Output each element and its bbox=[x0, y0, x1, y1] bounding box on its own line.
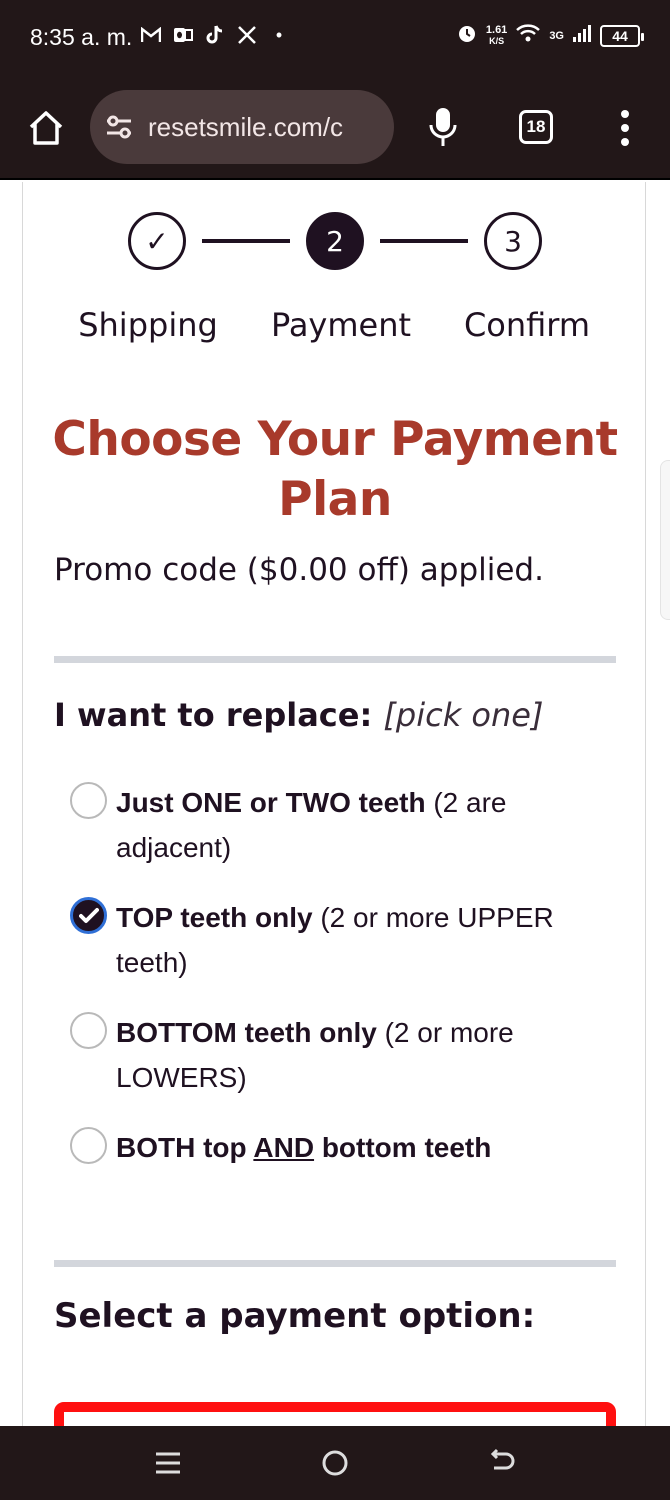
gmail-icon bbox=[140, 24, 162, 46]
more-notifications-dot: • bbox=[275, 24, 283, 45]
checkout-stepper: ✓ 2 3 Shipping Payment Confirm bbox=[0, 182, 670, 352]
option-bottom-teeth[interactable]: BOTTOM teeth only (2 or more LOWERS) bbox=[70, 1010, 610, 1100]
option-label[interactable]: BOTH top AND bottom teeth bbox=[116, 1125, 610, 1170]
tiktok-icon bbox=[204, 24, 226, 46]
option-one-or-two-teeth[interactable]: Just ONE or TWO teeth (2 are adjacent) bbox=[70, 780, 610, 870]
option-both-teeth[interactable]: BOTH top AND bottom teeth bbox=[70, 1125, 610, 1170]
step-payment-active: 2 bbox=[306, 212, 364, 270]
radio-button[interactable] bbox=[70, 1127, 107, 1164]
x-icon bbox=[236, 24, 258, 46]
option-label[interactable]: TOP teeth only (2 or more UPPER teeth) bbox=[116, 895, 610, 985]
browser-toolbar: resetsmile.com/c 18 bbox=[0, 76, 670, 180]
option-label[interactable]: Just ONE or TWO teeth (2 are adjacent) bbox=[116, 780, 610, 870]
url-text[interactable]: resetsmile.com/c bbox=[148, 112, 384, 143]
radio-button-checked[interactable] bbox=[70, 897, 107, 934]
tab-switcher-button[interactable]: 18 bbox=[519, 110, 553, 144]
system-icons: 1.61 K/S 3G 44 bbox=[456, 22, 644, 49]
step-confirm-pending: 3 bbox=[484, 212, 542, 270]
replace-heading: I want to replace: [pick one] bbox=[54, 696, 543, 734]
step-label-payment: Payment bbox=[270, 306, 412, 344]
step-shipping-done[interactable]: ✓ bbox=[128, 212, 186, 270]
address-bar[interactable]: resetsmile.com/c bbox=[90, 90, 394, 164]
page-title: Choose Your Payment Plan bbox=[52, 412, 618, 527]
option-label[interactable]: BOTTOM teeth only (2 or more LOWERS) bbox=[116, 1010, 610, 1100]
recent-apps-icon[interactable] bbox=[153, 1448, 183, 1478]
payment-option-box[interactable] bbox=[54, 1402, 616, 1426]
status-bar: 8:35 a. m. • 1.61 K/S 3G 44 bbox=[0, 0, 670, 76]
site-settings-icon[interactable] bbox=[104, 112, 134, 142]
side-handle[interactable] bbox=[660, 460, 670, 620]
replace-heading-label: I want to replace: bbox=[54, 696, 373, 734]
checkmark-icon bbox=[79, 908, 99, 923]
promo-status: Promo code ($0.00 off) applied. bbox=[54, 552, 544, 588]
payment-option-heading: Select a payment option: bbox=[54, 1296, 536, 1336]
outlook-icon bbox=[172, 24, 194, 46]
section-divider bbox=[54, 656, 616, 663]
notification-icons: • bbox=[140, 24, 290, 46]
system-nav-bar bbox=[0, 1426, 670, 1500]
option-top-teeth[interactable]: TOP teeth only (2 or more UPPER teeth) bbox=[70, 895, 610, 985]
home-icon[interactable] bbox=[26, 108, 66, 148]
alarm-icon bbox=[456, 22, 478, 49]
status-time: 8:35 a. m. bbox=[30, 24, 133, 50]
check-icon: ✓ bbox=[145, 224, 169, 258]
back-icon[interactable] bbox=[488, 1448, 518, 1478]
step-connector bbox=[380, 239, 468, 243]
step-label-shipping[interactable]: Shipping bbox=[78, 306, 218, 344]
signal-icon bbox=[572, 23, 592, 48]
network-speed: 1.61 K/S bbox=[485, 23, 508, 46]
replace-heading-hint: [pick one] bbox=[383, 696, 544, 734]
step-connector bbox=[202, 239, 290, 243]
checkout-page: ✓ 2 3 Shipping Payment Confirm Choose Yo… bbox=[0, 182, 670, 1426]
battery-indicator: 44 bbox=[600, 24, 644, 47]
home-nav-icon[interactable] bbox=[320, 1448, 350, 1478]
wifi-icon bbox=[515, 23, 541, 48]
network-type: 3G bbox=[549, 29, 564, 42]
more-menu-icon[interactable] bbox=[619, 109, 631, 147]
section-divider bbox=[54, 1260, 616, 1267]
microphone-icon[interactable] bbox=[428, 106, 458, 148]
radio-button[interactable] bbox=[70, 1012, 107, 1049]
radio-button[interactable] bbox=[70, 782, 107, 819]
step-label-confirm: Confirm bbox=[463, 306, 591, 344]
